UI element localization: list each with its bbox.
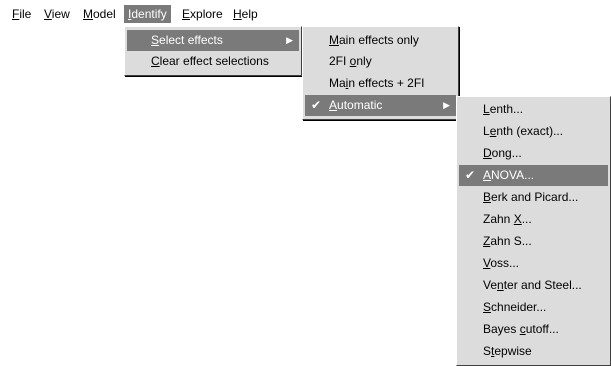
2fi-only-post: nly xyxy=(356,54,372,68)
clear-effect-selections-post: lear effect selections xyxy=(159,54,269,68)
checkmark-icon: ✔ xyxy=(465,168,476,182)
bayes-cutoff-pre: Bayes xyxy=(483,322,520,336)
select-effects-post: elect effects xyxy=(159,33,223,47)
stepwise-pre: S xyxy=(483,344,492,358)
menu-file[interactable]: File xyxy=(8,5,35,23)
menu-explore-mnemonic: E xyxy=(182,7,191,21)
anova-mnemonic: A xyxy=(483,168,492,182)
venter-and-steel-post: ter and Steel... xyxy=(503,278,582,292)
menu-item-voss[interactable]: Voss... xyxy=(459,253,608,274)
menu-item-main-effects-plus-2fi[interactable]: Main effects + 2FI xyxy=(305,73,456,94)
menu-item-anova[interactable]: ✔ ANOVA... xyxy=(459,165,608,186)
dong-label: Dong... xyxy=(483,143,522,164)
menu-item-venter-and-steel[interactable]: Venter and Steel... xyxy=(459,275,608,296)
menu-item-lenth[interactable]: Lenth... xyxy=(459,99,608,120)
automatic-mnemonic: A xyxy=(329,98,338,112)
venter-and-steel-pre: Ve xyxy=(483,278,498,292)
menu-view[interactable]: View xyxy=(40,5,74,23)
menu-item-zahn-x[interactable]: Zahn X... xyxy=(459,209,608,230)
menu-help-mnemonic: H xyxy=(233,7,242,21)
menu-item-2fi-only[interactable]: 2FI only xyxy=(305,51,456,72)
dong-post: ong... xyxy=(491,146,522,160)
lenth-exact-label: Lenth (exact)... xyxy=(483,121,563,142)
menu-item-bayes-cutoff[interactable]: Bayes cutoff... xyxy=(459,319,608,340)
menu-identify-post: dentify xyxy=(131,7,167,21)
automatic-submenu: Lenth... Lenth (exact)... Dong... ✔ ANOV… xyxy=(456,96,611,366)
menu-item-lenth-exact[interactable]: Lenth (exact)... xyxy=(459,121,608,142)
2fi-only-label: 2FI only xyxy=(329,51,372,72)
2fi-only-pre: 2FI xyxy=(329,54,350,68)
submenu-arrow-icon: ▶ xyxy=(286,35,293,45)
anova-post: NOVA... xyxy=(491,168,535,182)
menu-help[interactable]: Help xyxy=(229,5,262,23)
menu-item-select-effects[interactable]: Select effects ▶ xyxy=(127,30,299,51)
select-effects-label: Select effects xyxy=(151,30,223,51)
bayes-cutoff-label: Bayes cutoff... xyxy=(483,319,559,340)
select-effects-mnemonic: S xyxy=(151,33,160,47)
lenth-mnemonic: L xyxy=(483,102,490,116)
venter-and-steel-mnemonic: n xyxy=(497,278,504,292)
zahn-x-pre: Zahn xyxy=(483,212,514,226)
anova-label: ANOVA... xyxy=(483,165,534,186)
menu-model[interactable]: Model xyxy=(79,5,120,23)
main-effects-plus-2fi-label: Main effects + 2FI xyxy=(329,73,425,94)
voss-post: oss... xyxy=(490,256,520,270)
menu-explore-post: xplore xyxy=(190,7,223,21)
menu-view-post: iew xyxy=(51,7,70,21)
menu-bar: File View Model Identify Explore Help xyxy=(0,0,611,26)
menu-identify[interactable]: Identify xyxy=(124,5,171,23)
stepwise-post: epwise xyxy=(494,344,532,358)
main-effects-plus-2fi-pre: Ma xyxy=(329,76,346,90)
berk-and-picard-post: erk and Picard... xyxy=(491,190,579,204)
menu-item-berk-and-picard[interactable]: Berk and Picard... xyxy=(459,187,608,208)
venter-and-steel-label: Venter and Steel... xyxy=(483,275,582,296)
schneider-label: Schneider... xyxy=(483,297,546,318)
main-effects-plus-2fi-post: n effects + 2FI xyxy=(348,76,425,90)
select-effects-submenu: Main effects only 2FI only Main effects … xyxy=(302,26,459,120)
menu-model-post: odel xyxy=(93,7,116,21)
main-effects-only-mnemonic: M xyxy=(329,33,339,47)
zahn-x-label: Zahn X... xyxy=(483,209,532,230)
menu-help-post: elp xyxy=(241,7,258,21)
zahn-x-post: ... xyxy=(521,212,532,226)
submenu-arrow-icon: ▶ xyxy=(443,100,450,110)
zahn-x-mnemonic: X xyxy=(513,212,522,226)
berk-and-picard-mnemonic: B xyxy=(483,190,492,204)
bayes-cutoff-post: utoff... xyxy=(525,322,559,336)
menu-explore[interactable]: Explore xyxy=(178,5,227,23)
automatic-label: Automatic xyxy=(329,95,382,116)
menu-item-automatic[interactable]: ✔ Automatic ▶ xyxy=(305,95,456,116)
stepwise-label: Stepwise xyxy=(483,341,532,362)
menu-item-dong[interactable]: Dong... xyxy=(459,143,608,164)
berk-and-picard-label: Berk and Picard... xyxy=(483,187,578,208)
main-effects-only-label: Main effects only xyxy=(329,30,419,51)
zahn-s-label: Zahn S... xyxy=(483,231,532,252)
voss-label: Voss... xyxy=(483,253,519,274)
menu-item-schneider[interactable]: Schneider... xyxy=(459,297,608,318)
schneider-mnemonic: S xyxy=(483,300,492,314)
clear-effect-selections-mnemonic: C xyxy=(151,54,160,68)
menu-item-main-effects-only[interactable]: Main effects only xyxy=(305,30,456,51)
lenth-label: Lenth... xyxy=(483,99,523,120)
menu-item-stepwise[interactable]: Stepwise xyxy=(459,341,608,362)
lenth-exact-post: nth (exact)... xyxy=(496,124,564,138)
identify-menu: Select effects ▶ Clear effect selections xyxy=(124,26,302,76)
automatic-post: utomatic xyxy=(337,98,383,112)
menu-file-post: ile xyxy=(19,7,32,21)
lenth-exact-pre: L xyxy=(483,124,490,138)
zahn-s-post: ahn S... xyxy=(490,234,532,248)
lenth-post: enth... xyxy=(489,102,524,116)
menu-model-mnemonic: M xyxy=(83,7,93,21)
menu-view-mnemonic: V xyxy=(44,7,52,21)
menu-item-zahn-s[interactable]: Zahn S... xyxy=(459,231,608,252)
menu-item-clear-effect-selections[interactable]: Clear effect selections xyxy=(127,51,299,72)
main-effects-only-post: ain effects only xyxy=(339,33,419,47)
schneider-post: chneider... xyxy=(491,300,547,314)
clear-effect-selections-label: Clear effect selections xyxy=(151,51,269,72)
dong-mnemonic: D xyxy=(483,146,492,160)
checkmark-icon: ✔ xyxy=(311,98,322,112)
